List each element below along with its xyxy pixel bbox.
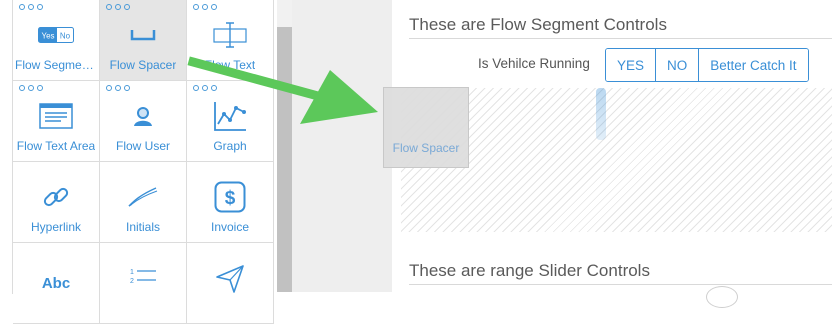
section-title-range-slider: These are range Slider Controls: [409, 261, 832, 285]
svg-text:$: $: [225, 188, 236, 209]
tile-label: Flow User: [115, 139, 170, 153]
tile-flow-text[interactable]: Flow Text: [187, 0, 274, 81]
segment-option-yes[interactable]: YES: [606, 49, 656, 81]
spacer-icon: [123, 18, 163, 52]
tile-graph[interactable]: Graph: [187, 81, 274, 162]
drag-handle-dots-icon[interactable]: [106, 85, 130, 91]
toggle-yes-text: Yes: [41, 32, 54, 41]
tile-label: Flow Text: [204, 58, 256, 72]
tile-abc-text[interactable]: Abc: [13, 243, 100, 324]
drag-handle-dots-icon[interactable]: [19, 85, 43, 91]
dollar-icon: $: [210, 180, 250, 214]
drag-ghost-label: Flow Spacer: [392, 141, 460, 155]
segment-option-no[interactable]: NO: [655, 49, 699, 81]
tile-label: Invoice: [210, 220, 250, 234]
tile-label: Hyperlink: [30, 220, 81, 234]
tile-flow-text-area[interactable]: Flow Text Area: [13, 81, 100, 162]
tile-label: Flow Text Area: [16, 139, 96, 153]
drag-handle-dots-icon[interactable]: [19, 4, 43, 10]
text-cursor-icon: [210, 18, 250, 52]
tile-paper-plane[interactable]: [187, 243, 274, 324]
tile-initials[interactable]: Initials: [100, 162, 187, 243]
tile-flow-segment-controls[interactable]: Yes No Flow Segment Controls: [13, 0, 100, 81]
range-slider-knob[interactable]: [706, 286, 738, 308]
abc-text-icon: Abc: [36, 261, 76, 295]
drag-ghost-flow-spacer: Flow Spacer: [383, 87, 469, 168]
drag-handle-dots-icon[interactable]: [193, 4, 217, 10]
toolbox-scrollbar[interactable]: [277, 0, 292, 292]
tile-invoice[interactable]: $ Invoice: [187, 162, 274, 243]
paper-plane-icon: [210, 261, 250, 295]
tile-flow-user[interactable]: Flow User: [100, 81, 187, 162]
tile-label: Graph: [213, 139, 247, 153]
numbered-list-icon: 1 2: [123, 261, 163, 295]
component-toolbox: Yes No Flow Segment Controls Flow Spacer: [0, 0, 277, 324]
segment-option-better-catch-it[interactable]: Better Catch It: [698, 49, 808, 81]
component-grid: Yes No Flow Segment Controls Flow Spacer: [12, 0, 275, 324]
abc-text: Abc: [41, 274, 71, 292]
graph-icon: [210, 99, 250, 133]
drag-handle-dots-icon[interactable]: [193, 85, 217, 91]
canvas-gutter: [292, 0, 392, 292]
text-area-icon: [36, 99, 76, 133]
yes-no-toggle-icon: Yes No: [36, 18, 76, 52]
pen-signature-icon: [123, 180, 163, 214]
tile-label: Initials: [125, 220, 160, 234]
segment-control-group: YES NO Better Catch It: [605, 48, 809, 82]
tile-numbered-list[interactable]: 1 2: [100, 243, 187, 324]
tile-flow-spacer[interactable]: Flow Spacer: [100, 0, 187, 81]
tile-label: Flow Segment Controls: [15, 58, 97, 72]
user-icon: [123, 99, 163, 133]
tile-label: Flow Spacer: [109, 58, 177, 72]
drag-handle-dots-icon[interactable]: [106, 4, 130, 10]
toolbox-scrollbar-thumb[interactable]: [277, 27, 292, 292]
chain-link-icon: [36, 180, 76, 214]
tile-hyperlink[interactable]: Hyperlink: [13, 162, 100, 243]
svg-text:1: 1: [130, 269, 134, 276]
svg-text:2: 2: [130, 278, 134, 285]
toggle-no-text: No: [60, 32, 71, 41]
drop-insert-marker: [596, 88, 606, 140]
section-title-segment-controls: These are Flow Segment Controls: [409, 15, 832, 39]
segment-control-label: Is Vehilce Running: [478, 56, 590, 71]
